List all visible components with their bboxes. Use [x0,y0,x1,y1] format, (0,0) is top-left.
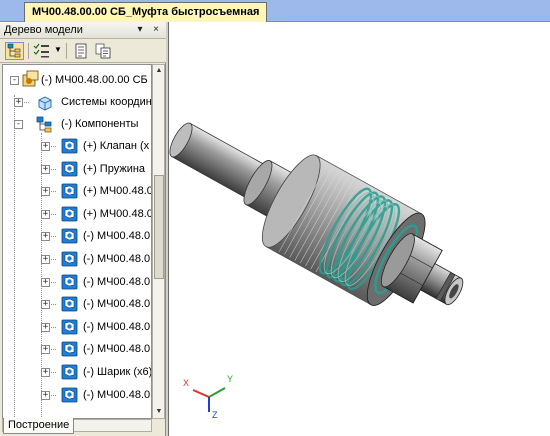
expand-button[interactable]: + [41,142,50,151]
list-item-label: (-) МЧ00.48.0 [83,320,151,333]
tree-structure-icon [7,43,21,58]
list-item[interactable]: + (-) МЧ00.48.0 [3,271,151,293]
coordinate-system-icon [38,96,52,111]
list-item[interactable]: + (-) МЧ00.48.0 [3,338,151,360]
panel-header: Дерево модели ▾ × [0,22,166,39]
list-item-label: (-) МЧ00.48.0 [83,253,151,265]
scroll-down-icon[interactable]: ▼ [154,407,164,417]
part-icon [61,341,78,357]
tree-view-mode-button[interactable] [32,42,51,60]
list-item[interactable]: + (-) МЧ00.48.0 [3,248,151,270]
list-item[interactable]: + (+) Пружина [3,158,151,180]
tree-root-label: (-) МЧ00.48.00.00 СБ Муфта [41,74,151,86]
part-icon [61,138,78,154]
list-item-label: (+) МЧ00.48.0 [83,185,152,198]
list-item[interactable]: + (-) МЧ00.48.0 [3,293,151,315]
part-icon [61,228,78,244]
document-list-icon [75,43,87,59]
list-item-label: (-) Шарик (x6) [83,366,152,378]
tab-construction[interactable]: Построение [3,418,75,434]
model-viewport[interactable]: X Y Z [168,22,550,436]
x-axis-label: X [183,378,190,388]
tree-item-components[interactable]: - (-) Компоненты [3,113,151,135]
expand-button[interactable]: + [41,232,50,242]
tree-structure-button[interactable] [5,42,24,60]
list-item[interactable]: + (-) МЧ00.48.0 [3,225,151,247]
z-axis-label: Z [212,410,218,420]
part-icon [61,183,78,199]
list-item-label: (+) МЧ00.48.0 [83,207,152,220]
expand-button[interactable]: + [41,277,50,287]
collapse-button[interactable]: - [10,76,19,85]
expand-button[interactable]: + [41,322,50,332]
panel-close-button[interactable]: × [150,24,162,36]
list-item-label: (-) МЧ00.48.0 [83,275,151,288]
list-item-label: (+) Клапан (x [83,140,150,152]
expand-button[interactable]: + [41,390,50,400]
x-axis-arrow [192,389,210,398]
tree-vertical-scrollbar[interactable]: ▲ ▼ [152,64,165,419]
part-icon [61,387,78,402]
properties-button[interactable] [72,42,91,60]
part-icon [61,161,78,176]
chevron-down-icon[interactable]: ▼ [54,45,62,54]
expand-button[interactable]: + [14,98,23,107]
part-icon [61,274,78,289]
checklist-icon [33,43,49,58]
list-item[interactable]: + (-) МЧ00.48.0 [3,384,151,406]
expand-button[interactable]: + [41,300,50,310]
list-item-label: (+) Пружина [83,162,146,175]
expand-button[interactable]: + [41,164,50,174]
assembly-icon [22,70,39,87]
panel-toolbar: ▼ [0,39,166,63]
components-icon [36,116,52,133]
copy-icon [95,43,111,59]
expand-button[interactable]: + [41,345,50,355]
panel-menu-button[interactable]: ▾ [134,24,146,36]
tree-item-label: (-) Компоненты [61,118,139,130]
axes-triad: X Y Z [179,372,239,422]
part-icon [61,364,78,380]
toolbar-separator [66,43,67,59]
list-item[interactable]: + (-) МЧ00.48.0 [3,316,151,338]
y-axis-label: Y [227,374,234,384]
collapse-button[interactable]: - [14,120,23,129]
expand-button[interactable]: + [41,255,50,264]
part-icon [61,251,78,267]
copy-tree-button[interactable] [94,42,113,60]
part-icon [61,206,78,222]
model-tree-panel: Дерево модели ▾ × ▼ - (-) МЧ00.48.00.00 … [0,22,166,436]
document-tab-strip: МЧ00.48.00.00 СБ_Муфта быстросъемная [0,0,550,22]
part-icon [61,319,78,335]
list-item[interactable]: + (+) Клапан (x [3,135,151,157]
model-tree: - (-) МЧ00.48.00.00 СБ Муфта + Системы к… [2,64,152,419]
scrollbar-thumb[interactable] [154,175,164,279]
tree-item-coordinate-systems[interactable]: + Системы координа [3,91,152,113]
panel-title: Дерево модели [4,24,83,36]
list-item[interactable]: + (+) МЧ00.48.0 [3,203,152,225]
list-item-label: (-) МЧ00.48.0 [83,343,151,356]
tree-item-label: Системы координа [61,96,152,108]
y-axis-arrow [208,387,226,398]
list-item-label: (-) МЧ00.48.0 [83,388,151,401]
scroll-up-icon[interactable]: ▲ [154,66,164,76]
expand-button[interactable]: + [41,187,50,197]
list-item-label: (-) МЧ00.48.0 [83,230,151,243]
part-icon [61,296,78,312]
expand-button[interactable]: + [41,368,50,377]
document-tab[interactable]: МЧ00.48.00.00 СБ_Муфта быстросъемная [24,2,268,22]
list-item-label: (-) МЧ00.48.0 [83,298,151,311]
list-item[interactable]: + (-) Шарик (x6) [3,361,152,383]
expand-button[interactable]: + [41,209,50,219]
toolbar-separator [28,43,29,59]
list-item[interactable]: + (+) МЧ00.48.0 [3,180,152,202]
tree-root[interactable]: - (-) МЧ00.48.00.00 СБ Муфта [3,69,151,91]
